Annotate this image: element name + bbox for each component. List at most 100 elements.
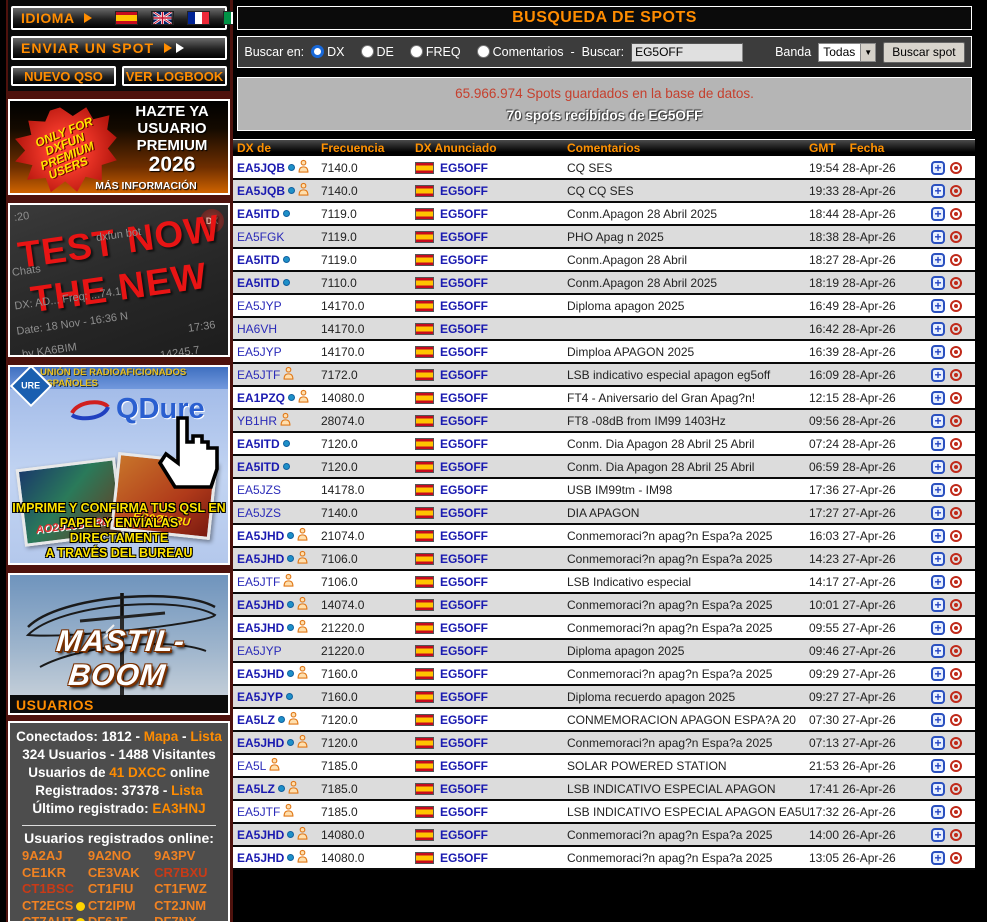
operator-info-icon[interactable] [283, 803, 294, 820]
dx-callsign-link[interactable]: EA5ITD [237, 207, 280, 221]
dx-callsign-link[interactable]: EA5ITD [237, 276, 280, 290]
operator-info-icon[interactable] [297, 550, 308, 567]
target-tune-icon[interactable] [950, 507, 962, 519]
radio-unselected-icon[interactable] [361, 45, 374, 58]
operator-person-icon[interactable] [288, 711, 299, 725]
add-spot-icon[interactable]: + [931, 690, 945, 704]
registrados-lista-link[interactable]: Lista [171, 783, 203, 798]
add-spot-icon[interactable]: + [931, 713, 945, 727]
dx-callsign-link[interactable]: EA5JTF [237, 805, 280, 819]
add-spot-icon[interactable]: + [931, 828, 945, 842]
spotted-callsign-link[interactable]: EG5OFF [440, 345, 488, 359]
dxcc-link[interactable]: 41 DXCC [109, 765, 166, 780]
dx-callsign-link[interactable]: EA5JTF [237, 368, 280, 382]
operator-person-icon[interactable] [298, 389, 309, 403]
target-tune-icon[interactable] [950, 438, 962, 450]
ver-logbook-button[interactable]: VER LOGBOOK [122, 66, 227, 86]
spotted-callsign-link[interactable]: EG5OFF [440, 598, 488, 612]
spotted-callsign-link[interactable]: EG5OFF [440, 828, 488, 842]
operator-info-icon[interactable] [298, 389, 309, 406]
online-user-link[interactable]: CT2JNM [154, 898, 220, 915]
dx-callsign-link[interactable]: EA5JHD [237, 529, 284, 543]
online-user-link[interactable]: 9A2AJ [22, 848, 88, 865]
online-user-link[interactable]: DF6JF [88, 914, 154, 922]
add-spot-icon[interactable]: + [931, 506, 945, 520]
operator-person-icon[interactable] [297, 550, 308, 564]
radio-option-comentarios[interactable]: Comentarios [477, 45, 564, 59]
radio-option-dx[interactable]: DX [311, 45, 344, 59]
dx-callsign-link[interactable]: EA5JHD [237, 828, 284, 842]
radio-selected-icon[interactable] [311, 45, 324, 58]
dx-callsign-link[interactable]: EA5JZS [237, 506, 281, 520]
dx-callsign-link[interactable]: EA5JYP [237, 299, 282, 313]
mapa-link[interactable]: Mapa [144, 729, 179, 744]
add-spot-icon[interactable]: + [931, 575, 945, 589]
add-spot-icon[interactable]: + [931, 759, 945, 773]
spotted-callsign-link[interactable]: EG5OFF [440, 161, 488, 175]
add-spot-icon[interactable]: + [931, 529, 945, 543]
dx-callsign-link[interactable]: EA5JTF [237, 575, 280, 589]
operator-info-icon[interactable] [288, 780, 299, 797]
target-tune-icon[interactable] [950, 760, 962, 772]
radio-option-de[interactable]: DE [361, 45, 394, 59]
operator-info-icon[interactable] [269, 757, 280, 774]
spotted-callsign-link[interactable]: EG5OFF [440, 253, 488, 267]
banda-select[interactable]: Todas ▼ [818, 43, 876, 62]
target-tune-icon[interactable] [950, 553, 962, 565]
dx-callsign-link[interactable]: EA5LZ [237, 782, 275, 796]
target-tune-icon[interactable] [950, 277, 962, 289]
target-tune-icon[interactable] [950, 714, 962, 726]
target-tune-icon[interactable] [950, 208, 962, 220]
spotted-callsign-link[interactable]: EG5OFF [440, 736, 488, 750]
add-spot-icon[interactable]: + [931, 368, 945, 382]
target-tune-icon[interactable] [950, 369, 962, 381]
spotted-callsign-link[interactable]: EG5OFF [440, 575, 488, 589]
online-user-link[interactable]: 9A3PV [154, 848, 220, 865]
dx-callsign-link[interactable]: EA5L [237, 759, 266, 773]
online-user-link[interactable]: CT2ECS [22, 898, 88, 915]
operator-person-icon[interactable] [283, 803, 294, 817]
add-spot-icon[interactable]: + [931, 736, 945, 750]
spotted-callsign-link[interactable]: EG5OFF [440, 667, 488, 681]
target-tune-icon[interactable] [950, 645, 962, 657]
online-user-link[interactable]: DF7NX [154, 914, 220, 922]
add-spot-icon[interactable]: + [931, 345, 945, 359]
premium-more-info[interactable]: MÁS INFORMACIÓN [66, 180, 226, 192]
spotted-callsign-link[interactable]: EG5OFF [440, 644, 488, 658]
spotted-callsign-link[interactable]: EG5OFF [440, 437, 488, 451]
operator-info-icon[interactable] [297, 619, 308, 636]
add-spot-icon[interactable]: + [931, 644, 945, 658]
dx-callsign-link[interactable]: EA5JHD [237, 736, 284, 750]
add-spot-icon[interactable]: + [931, 161, 945, 175]
target-tune-icon[interactable] [950, 530, 962, 542]
online-user-link[interactable]: CT1FIU [88, 881, 154, 898]
target-tune-icon[interactable] [950, 231, 962, 243]
spotted-callsign-link[interactable]: EG5OFF [440, 851, 488, 865]
uk-flag-icon[interactable] [151, 11, 174, 25]
dx-callsign-link[interactable]: EA5JHD [237, 598, 284, 612]
dx-callsign-link[interactable]: EA1PZQ [237, 391, 285, 405]
target-tune-icon[interactable] [950, 783, 962, 795]
dx-callsign-link[interactable]: EA5LZ [237, 713, 275, 727]
radio-unselected-icon[interactable] [477, 45, 490, 58]
spotted-callsign-link[interactable]: EG5OFF [440, 713, 488, 727]
operator-info-icon[interactable] [297, 665, 308, 682]
send-spot-button[interactable]: ENVIAR UN SPOT [11, 36, 227, 60]
add-spot-icon[interactable]: + [931, 805, 945, 819]
target-tune-icon[interactable] [950, 300, 962, 312]
premium-banner[interactable]: ONLY FORDXFUNPREMIUMUSERS HAZTE YA USUAR… [8, 99, 230, 195]
add-spot-icon[interactable]: + [931, 391, 945, 405]
add-spot-icon[interactable]: + [931, 552, 945, 566]
target-tune-icon[interactable] [950, 484, 962, 496]
add-spot-icon[interactable]: + [931, 483, 945, 497]
add-spot-icon[interactable]: + [931, 598, 945, 612]
operator-info-icon[interactable] [283, 573, 294, 590]
dx-callsign-link[interactable]: EA5JZS [237, 483, 281, 497]
radio-unselected-icon[interactable] [410, 45, 423, 58]
spotted-callsign-link[interactable]: EG5OFF [440, 207, 488, 221]
dx-callsign-link[interactable]: YB1HR [237, 414, 277, 428]
operator-info-icon[interactable] [298, 159, 309, 176]
target-tune-icon[interactable] [950, 185, 962, 197]
operator-info-icon[interactable] [297, 734, 308, 751]
spotted-callsign-link[interactable]: EG5OFF [440, 230, 488, 244]
